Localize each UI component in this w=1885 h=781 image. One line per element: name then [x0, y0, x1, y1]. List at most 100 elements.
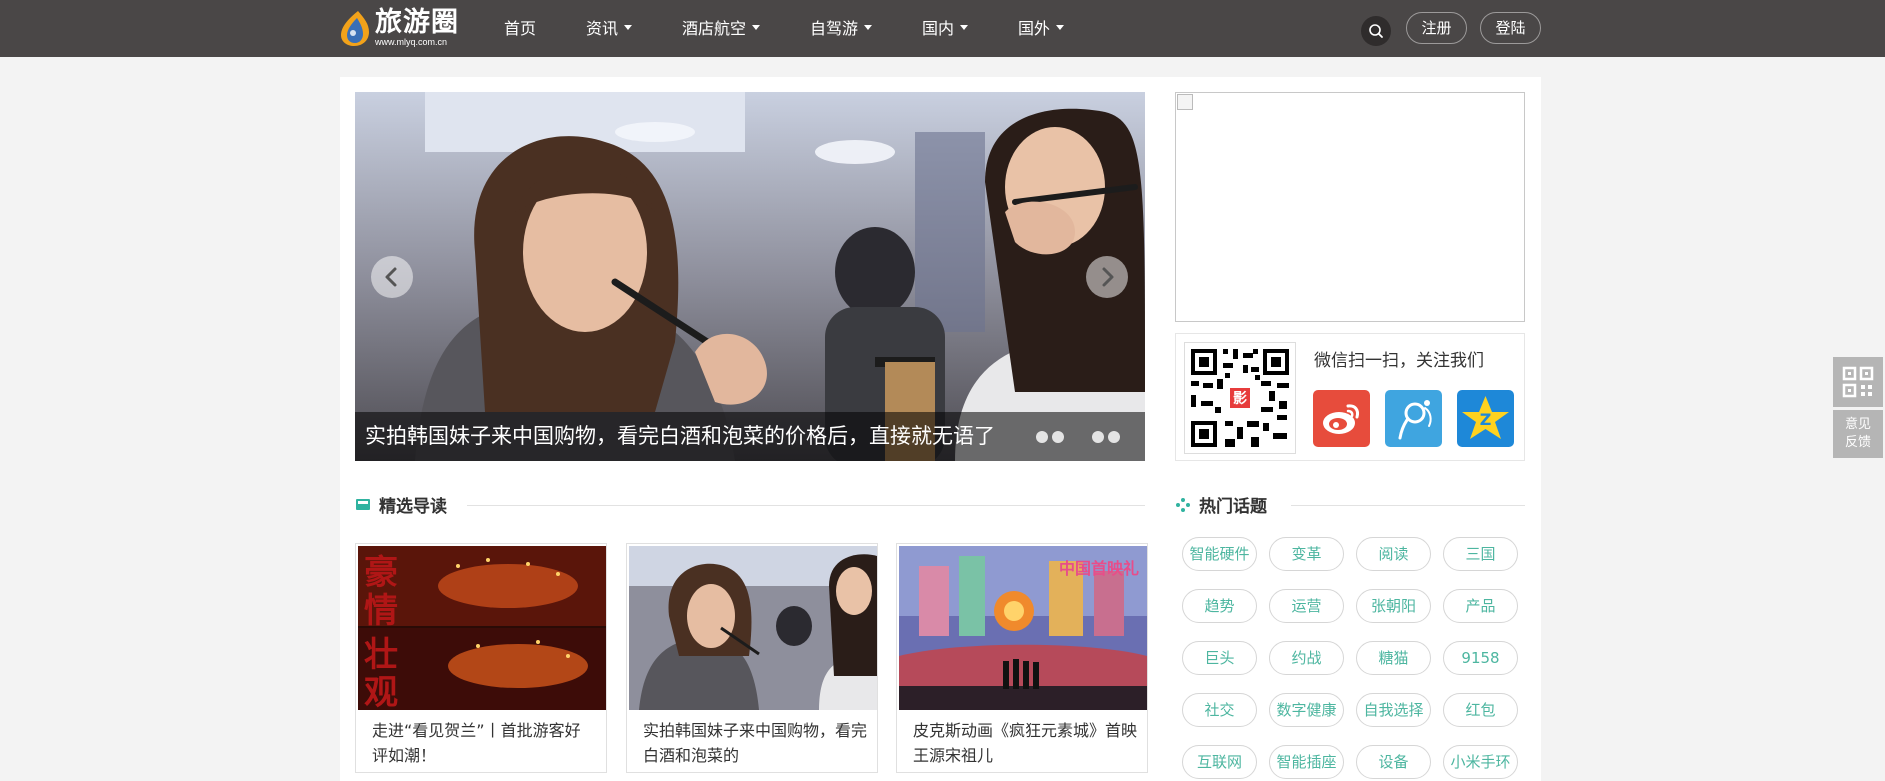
- qzone-button[interactable]: Z: [1457, 390, 1514, 447]
- chevron-down-icon: [624, 25, 633, 30]
- topic-tag[interactable]: 巨头: [1182, 641, 1257, 675]
- topic-tag[interactable]: 约战: [1269, 641, 1344, 675]
- chevron-right-icon: [1102, 267, 1114, 287]
- topic-tag[interactable]: 产品: [1443, 589, 1518, 623]
- logo-drop-icon: [341, 11, 369, 46]
- featured-card-1-title[interactable]: 走进“看见贺兰”丨首批游客好评如潮！: [372, 718, 596, 768]
- featured-card-2[interactable]: 实拍韩国妹子来中国购物，看完白酒和泡菜的: [626, 543, 878, 773]
- topic-tag[interactable]: 三国: [1443, 537, 1518, 571]
- nav-abroad[interactable]: 国外: [1018, 0, 1065, 57]
- featured-section-title: 精选导读: [379, 497, 447, 517]
- nav-hotel-flight-label: 酒店航空: [682, 19, 747, 38]
- topic-tag[interactable]: 张朝阳: [1356, 589, 1431, 623]
- nav-hotel-flight[interactable]: 酒店航空: [682, 0, 761, 57]
- broken-image-icon: [1177, 94, 1193, 110]
- topic-tag[interactable]: 阅读: [1356, 537, 1431, 571]
- featured-section-header: 精选导读: [355, 490, 1145, 520]
- nav-domestic[interactable]: 国内: [922, 0, 969, 57]
- chevron-down-icon: [752, 25, 761, 30]
- site-logo[interactable]: 旅游圈 www.mlyq.com.cn: [338, 6, 463, 50]
- tencent-weibo-icon: [1398, 400, 1432, 440]
- svg-text:影: 影: [1233, 391, 1247, 407]
- floating-qr-button[interactable]: [1833, 357, 1883, 407]
- nav-home[interactable]: 首页: [504, 0, 536, 57]
- svg-text:观: 观: [364, 673, 398, 710]
- topic-tag[interactable]: 互联网: [1182, 745, 1257, 779]
- slider-image: [355, 92, 1145, 461]
- nav-home-label: 首页: [504, 19, 537, 38]
- login-label: 登陆: [1495, 19, 1526, 37]
- topic-tag[interactable]: 糖猫: [1356, 641, 1431, 675]
- feedback-label-line2: 反馈: [1844, 435, 1871, 450]
- hot-topics-icon: [1176, 498, 1190, 512]
- topic-tag[interactable]: 社交: [1182, 693, 1257, 727]
- topic-tag[interactable]: 趋势: [1182, 589, 1257, 623]
- svg-text:中国首映礼: 中国首映礼: [1059, 559, 1139, 578]
- register-button[interactable]: 注册: [1406, 12, 1467, 44]
- topic-tag[interactable]: 智能插座: [1269, 745, 1344, 779]
- chevron-down-icon: [960, 25, 969, 30]
- section-divider: [467, 505, 1145, 506]
- topic-tag[interactable]: 9158: [1443, 641, 1518, 675]
- slider-dot-3[interactable]: [1092, 431, 1104, 443]
- section-divider: [1291, 505, 1525, 506]
- wechat-qr-code: 影: [1184, 342, 1296, 454]
- register-label: 注册: [1421, 19, 1452, 37]
- qr-code-icon: [1842, 366, 1874, 398]
- svg-text:壮: 壮: [364, 635, 398, 675]
- login-button[interactable]: 登陆: [1480, 12, 1541, 44]
- nav-self-drive-label: 自驾游: [810, 19, 859, 38]
- weibo-button[interactable]: [1313, 390, 1370, 447]
- nav-self-drive[interactable]: 自驾游: [810, 0, 873, 57]
- featured-card-1-image: 豪 情 壮 观: [358, 546, 606, 710]
- featured-card-2-image: [629, 546, 877, 710]
- top-navbar: 旅游圈 www.mlyq.com.cn 首页 资讯 酒店航空 自驾游 国内 国外…: [0, 0, 1885, 57]
- tencent-weibo-button[interactable]: [1385, 390, 1442, 447]
- feedback-label-line1: 意见: [1844, 417, 1871, 432]
- logo-url: www.mlyq.com.cn: [375, 37, 448, 47]
- featured-card-3-title[interactable]: 皮克斯动画《疯狂元素城》首映 王源宋祖儿: [913, 718, 1137, 768]
- ad-banner[interactable]: [1175, 92, 1525, 322]
- featured-card-1[interactable]: 豪 情 壮 观 走进“看见贺兰”丨首批游客好评如潮！: [355, 543, 607, 773]
- topic-tag[interactable]: 红包: [1443, 693, 1518, 727]
- main-content: 实拍韩国妹子来中国购物，看完白酒和泡菜的价格后，直接就无语了 影 微信扫一扫，关…: [340, 77, 1541, 781]
- chevron-down-icon: [1056, 25, 1065, 30]
- search-icon: [1369, 24, 1383, 38]
- follow-us-panel: 影 微信扫一扫，关注我们 Z: [1175, 333, 1525, 461]
- slider-next-button[interactable]: [1086, 256, 1128, 298]
- nav-abroad-label: 国外: [1018, 19, 1051, 38]
- search-button[interactable]: [1361, 16, 1391, 46]
- hot-topics-header: 热门话题: [1175, 490, 1525, 520]
- svg-text:豪: 豪: [364, 553, 398, 593]
- topic-tag[interactable]: 数字健康: [1269, 693, 1344, 727]
- slider-dot-4[interactable]: [1108, 431, 1120, 443]
- chevron-down-icon: [864, 25, 873, 30]
- follow-title: 微信扫一扫，关注我们: [1314, 351, 1484, 371]
- slider-prev-button[interactable]: [371, 256, 413, 298]
- topic-tag[interactable]: 运营: [1269, 589, 1344, 623]
- nav-domestic-label: 国内: [922, 19, 955, 38]
- slider-caption[interactable]: 实拍韩国妹子来中国购物，看完白酒和泡菜的价格后，直接就无语了: [365, 412, 995, 461]
- chevron-left-icon: [385, 267, 397, 287]
- slider-dot-2[interactable]: [1052, 431, 1064, 443]
- topic-tag[interactable]: 自我选择: [1356, 693, 1431, 727]
- featured-card-3[interactable]: 中国首映礼 皮克斯动画《疯狂元素城》首映 王源宋祖儿: [896, 543, 1148, 773]
- topic-tag[interactable]: 小米手环: [1443, 745, 1518, 779]
- nav-news[interactable]: 资讯: [586, 0, 633, 57]
- slider-dot-1[interactable]: [1036, 431, 1048, 443]
- slider-caption-bar: 实拍韩国妹子来中国购物，看完白酒和泡菜的价格后，直接就无语了: [355, 412, 1145, 461]
- topic-tag[interactable]: 变革: [1269, 537, 1344, 571]
- hot-topics-title: 热门话题: [1199, 497, 1267, 517]
- topic-tag[interactable]: 设备: [1356, 745, 1431, 779]
- book-icon: [356, 499, 370, 510]
- feedback-button[interactable]: 意见 反馈: [1833, 410, 1883, 458]
- qr-code-icon: 影: [1191, 349, 1289, 447]
- svg-text:情: 情: [364, 591, 398, 631]
- topic-tag[interactable]: 智能硬件: [1182, 537, 1257, 571]
- weibo-icon: [1323, 404, 1359, 434]
- logo-text: 旅游圈: [375, 7, 459, 38]
- hero-slider[interactable]: 实拍韩国妹子来中国购物，看完白酒和泡菜的价格后，直接就无语了: [355, 92, 1145, 461]
- featured-card-3-image: 中国首映礼: [899, 546, 1147, 710]
- featured-card-2-title[interactable]: 实拍韩国妹子来中国购物，看完白酒和泡菜的: [643, 718, 867, 768]
- qzone-icon: Z: [1462, 396, 1509, 439]
